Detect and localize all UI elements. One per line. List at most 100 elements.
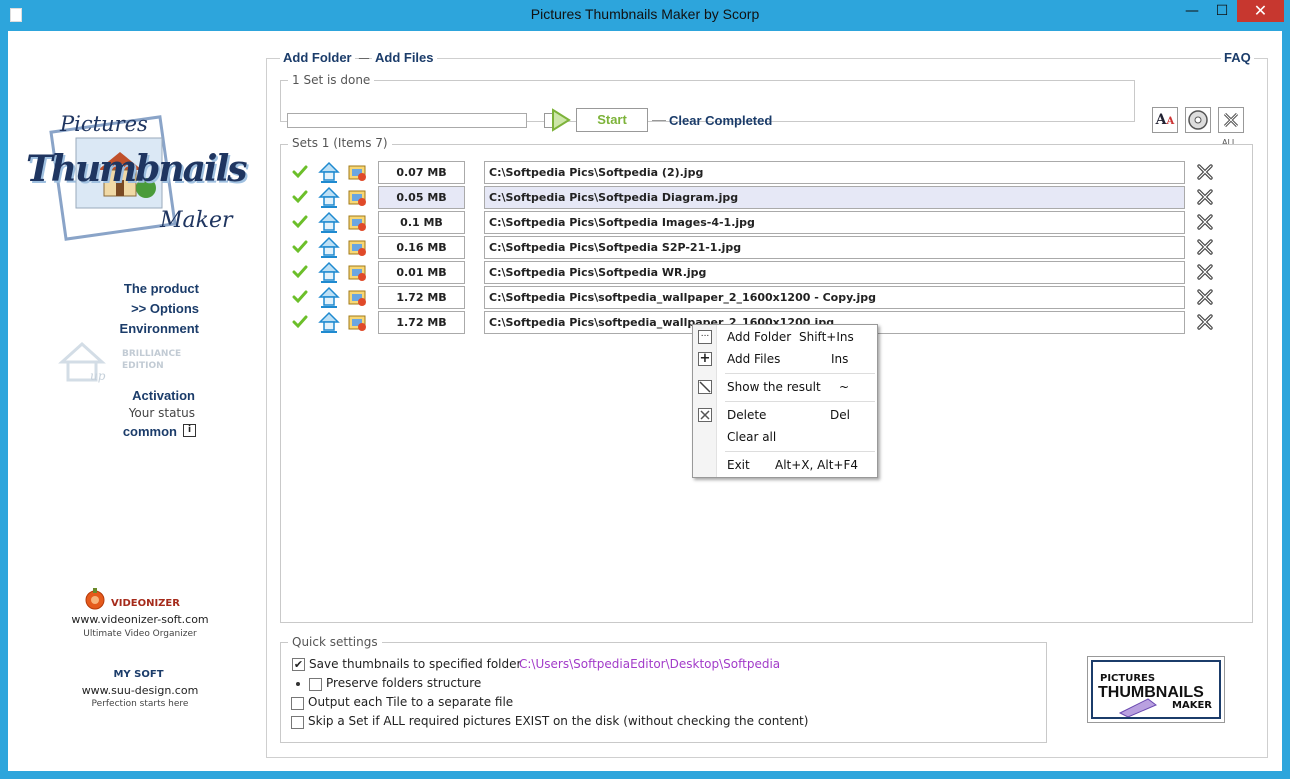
videonizer-url[interactable]: www.videonizer-soft.com <box>60 613 220 626</box>
sidebar-item-activation[interactable]: Activation <box>60 388 195 403</box>
file-path[interactable]: C:\Softpedia Pics\Softpedia WR.jpg <box>484 261 1185 284</box>
mysoft-name[interactable]: MY SOFT <box>60 669 217 680</box>
videonizer-logo-icon[interactable] <box>84 587 106 611</box>
add-folder-link[interactable]: Add Folder <box>280 50 355 65</box>
delete-row-icon[interactable] <box>1196 238 1214 256</box>
preserve-folders-checkbox[interactable] <box>309 678 322 691</box>
file-size: 0.01 MB <box>378 261 465 284</box>
videonizer-name[interactable]: VIDEONIZER <box>111 598 180 609</box>
quick-settings-label: Quick settings <box>288 635 382 649</box>
delete-row-icon[interactable] <box>1196 263 1214 281</box>
shortcut-show-result: ~ <box>839 380 850 394</box>
menu-item-delete[interactable]: Delete <box>727 408 766 422</box>
upload-home-icon[interactable] <box>318 310 340 334</box>
file-path[interactable]: C:\Softpedia Pics\Softpedia Images-4-1.j… <box>484 211 1185 234</box>
skip-set-checkbox[interactable] <box>291 716 304 729</box>
x-mark-icon <box>700 410 710 420</box>
file-path[interactable]: C:\Softpedia Pics\softpedia_wallpaper_2_… <box>484 286 1185 309</box>
sidebar-item-environment[interactable]: Environment <box>60 321 199 336</box>
check-icon <box>292 314 308 330</box>
your-status-label: Your status <box>128 406 195 420</box>
delete-row-icon[interactable] <box>1196 163 1214 181</box>
save-thumbs-checkbox[interactable]: ✔ <box>292 658 305 671</box>
picture-icon[interactable] <box>348 163 368 182</box>
delete-row-icon[interactable] <box>1196 288 1214 306</box>
add-files-link[interactable]: Add Files <box>372 50 437 65</box>
font-icon: AA <box>1155 112 1175 128</box>
diagonal-icon <box>699 381 711 393</box>
file-size: 0.16 MB <box>378 236 465 259</box>
mysoft-tagline: Perfection starts here <box>91 699 189 709</box>
file-path[interactable]: C:\Softpedia Pics\Softpedia (2).jpg <box>484 161 1185 184</box>
upload-home-icon[interactable] <box>318 210 340 234</box>
table-row[interactable]: 0.07 MB C:\Softpedia Pics\Softpedia (2).j… <box>290 160 1213 185</box>
font-settings-button[interactable]: AA <box>1152 107 1178 133</box>
file-size: 0.1 MB <box>378 211 465 234</box>
close-window-button[interactable]: ✕ <box>1237 0 1284 22</box>
menu-item-clear-all[interactable]: Clear all <box>727 430 776 444</box>
table-row[interactable]: 1.72 MB C:\Softpedia Pics\softpedia_wallp… <box>290 285 1213 310</box>
info-icon[interactable]: i <box>183 424 196 437</box>
progress-bar <box>287 113 527 128</box>
upload-home-icon[interactable] <box>318 185 340 209</box>
logo-line1: Pictures <box>60 112 148 136</box>
check-icon <box>292 189 308 205</box>
menu-item-add-files[interactable]: Add Files <box>727 352 780 366</box>
disc-icon <box>1188 110 1208 130</box>
shortcut-add-folder: Shift+Ins <box>799 330 854 344</box>
start-button[interactable]: Start <box>576 108 648 132</box>
window-title: Pictures Thumbnails Maker by Scorp <box>530 6 760 22</box>
sets-label: Sets 1 (Items 7) <box>288 136 392 150</box>
close-x-icon <box>1223 112 1239 128</box>
minimize-button[interactable]: — <box>1177 0 1207 22</box>
menu-item-add-folder[interactable]: Add Folder <box>727 330 791 344</box>
shortcut-exit: Alt+X, Alt+F4 <box>775 458 858 472</box>
delete-x-icon <box>698 408 712 422</box>
svg-text:up: up <box>90 369 106 383</box>
file-path[interactable]: C:\Softpedia Pics\Softpedia S2P-21-1.jpg <box>484 236 1185 259</box>
picture-icon[interactable] <box>348 213 368 232</box>
delete-row-icon[interactable] <box>1196 188 1214 206</box>
file-size: 1.72 MB <box>378 286 465 309</box>
upload-home-icon[interactable] <box>318 235 340 259</box>
save-thumbs-label: Save thumbnails to specified folder <box>309 657 522 671</box>
save-path-link[interactable]: C:\Users\SoftpediaEditor\Desktop\Softped… <box>519 657 780 671</box>
play-icon[interactable] <box>551 108 571 132</box>
badge-line1: PICTURES <box>1100 673 1156 684</box>
table-row[interactable]: 0.16 MB C:\Softpedia Pics\Softpedia S2P-2… <box>290 235 1213 260</box>
upload-home-icon[interactable] <box>318 285 340 309</box>
delete-row-icon[interactable] <box>1196 313 1214 331</box>
upload-home-icon[interactable] <box>318 160 340 184</box>
badge-line3: MAKER <box>1172 700 1212 711</box>
table-row[interactable]: 0.01 MB C:\Softpedia Pics\Softpedia WR.jp… <box>290 260 1213 285</box>
link-separator: — <box>358 51 370 65</box>
delete-row-icon[interactable] <box>1196 213 1214 231</box>
clear-all-button[interactable] <box>1218 107 1244 133</box>
menu-separator <box>725 401 875 402</box>
product-badge[interactable]: PICTURES THUMBNAILS MAKER <box>1087 656 1225 723</box>
table-row[interactable]: 0.05 MB C:\Softpedia Pics\Softpedia Diagr… <box>290 185 1213 210</box>
table-row[interactable]: 0.1 MB C:\Softpedia Pics\Softpedia Images… <box>290 210 1213 235</box>
file-size: 0.05 MB <box>378 186 465 209</box>
disc-settings-button[interactable] <box>1185 107 1211 133</box>
picture-icon[interactable] <box>348 263 368 282</box>
show-result-icon <box>698 380 712 394</box>
sidebar-item-options[interactable]: >> Options <box>60 301 199 316</box>
maximize-button[interactable]: ☐ <box>1207 0 1237 22</box>
menu-item-show-result[interactable]: Show the result <box>727 380 821 394</box>
picture-icon[interactable] <box>348 313 368 332</box>
faq-link[interactable]: FAQ <box>1221 50 1254 65</box>
check-icon <box>292 214 308 230</box>
picture-icon[interactable] <box>348 288 368 307</box>
picture-icon[interactable] <box>348 188 368 207</box>
skip-set-label: Skip a Set if ALL required pictures EXIS… <box>308 714 809 728</box>
logo-line2: Thumbnails <box>26 148 248 190</box>
file-path[interactable]: C:\Softpedia Pics\Softpedia Diagram.jpg <box>484 186 1185 209</box>
output-tile-checkbox[interactable] <box>291 697 304 710</box>
picture-icon[interactable] <box>348 238 368 257</box>
clear-completed-button[interactable]: Clear Completed <box>669 113 772 128</box>
sidebar-item-product[interactable]: The product <box>60 281 199 296</box>
upload-home-icon[interactable] <box>318 260 340 284</box>
mysoft-url[interactable]: www.suu-design.com <box>60 684 220 697</box>
menu-item-exit[interactable]: Exit <box>727 458 750 472</box>
